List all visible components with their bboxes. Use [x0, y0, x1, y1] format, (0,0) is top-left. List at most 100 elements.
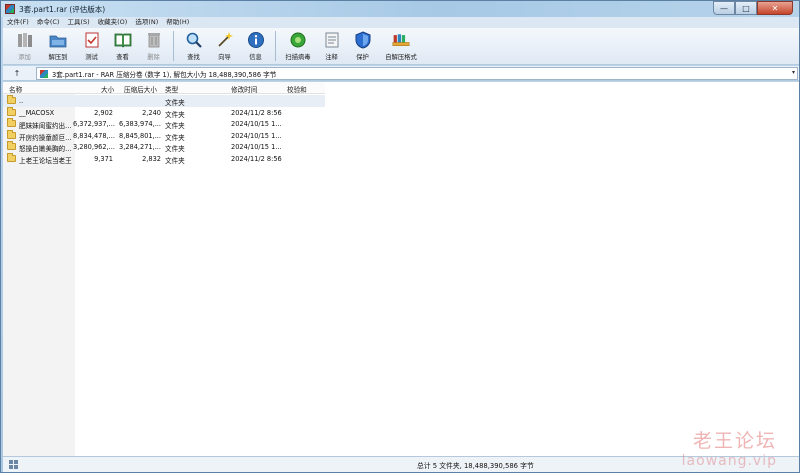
wizard-button[interactable]: 向导 — [209, 28, 240, 65]
file-list[interactable]: 名称 大小 压缩后大小 类型 修改时间 校验和 .. 文件夹 __MACOSX … — [3, 82, 799, 456]
delete-button[interactable]: 删除 — [138, 28, 169, 65]
table-row[interactable]: __MACOSX 2,902 2,240 文件夹 2024/11/2 8:56 — [3, 106, 325, 119]
archive-path-text: 3套.part1.rar - RAR 压缩分卷 (数字 1), 解包大小为 18… — [52, 71, 277, 79]
toolbar-separator — [275, 31, 276, 61]
sfx-button-label: 自解压格式 — [385, 54, 417, 61]
toolbar-separator — [173, 31, 174, 61]
column-header-size[interactable]: 大小 — [101, 84, 114, 94]
row-modified: 2024/10/15 1... — [231, 131, 282, 140]
extract-to-button-label: 解压到 — [48, 54, 68, 61]
magic-wand-icon — [216, 31, 234, 49]
folder-icon — [7, 153, 16, 162]
window-title: 3套.part1.rar (评估版本) — [19, 5, 106, 14]
info-button[interactable]: 信息 — [240, 28, 271, 65]
row-modified: 2024/10/15 1... — [231, 120, 282, 129]
row-size: 6,372,937,... — [73, 120, 115, 129]
row-packed: 2,240 — [142, 108, 161, 117]
toolbar: 添加 解压到 测试 查看 删除 查找 向导 信息 扫描病毒 注释 保护 自解压格… — [3, 28, 799, 65]
minimize-button[interactable]: — — [713, 1, 735, 15]
row-packed: 8,845,801,... — [119, 131, 161, 140]
rar-archive-icon — [40, 70, 48, 78]
delete-button-label: 删除 — [147, 54, 160, 61]
title-bar[interactable]: 3套.part1.rar (评估版本) — □ ✕ — [1, 1, 799, 17]
row-name: 开房约操童颜巨... — [19, 133, 72, 142]
folder-icon — [7, 118, 16, 128]
extract-folder-icon — [49, 31, 67, 49]
view-button-label: 查看 — [116, 54, 129, 61]
wizard-button-label: 向导 — [218, 54, 231, 61]
row-type: 文件夹 — [165, 110, 185, 119]
sfx-archive-icon — [392, 31, 410, 49]
view-book-icon — [114, 31, 132, 49]
address-bar: ↑ 3套.part1.rar - RAR 压缩分卷 (数字 1), 解包大小为 … — [3, 66, 799, 81]
path-dropdown-icon[interactable]: ▾ — [792, 69, 795, 76]
find-button-label: 查找 — [187, 54, 200, 61]
status-archive-icon — [9, 459, 21, 469]
add-button[interactable]: 添加 — [9, 28, 40, 65]
row-modified: 2024/10/15 1... — [231, 143, 282, 152]
menu-file[interactable]: 文件(F) — [3, 17, 33, 28]
column-header-modified[interactable]: 修改时间 — [231, 84, 257, 94]
row-packed: 2,832 — [142, 155, 161, 163]
table-row[interactable]: 怒操白嫩美胸的... 3,280,962,... 3,284,271,... 文… — [3, 141, 325, 153]
row-name: .. — [19, 97, 24, 105]
column-header-row: 名称 大小 压缩后大小 类型 修改时间 校验和 — [3, 82, 325, 94]
column-header-type[interactable]: 类型 — [165, 84, 178, 94]
comment-button-label: 注释 — [325, 54, 338, 61]
close-button[interactable]: ✕ — [757, 1, 793, 15]
row-type: 文件夹 — [165, 145, 185, 154]
row-modified: 2024/11/2 8:56 — [231, 108, 282, 117]
row-name: 怒操白嫩美胸的... — [19, 145, 72, 154]
window-controls: — □ ✕ — [713, 1, 793, 15]
menu-options[interactable]: 选项(N) — [131, 17, 162, 28]
table-row[interactable]: 肥妹妹闺蜜约出... 6,372,937,... 6,383,974,... 文… — [3, 118, 325, 130]
folder-icon — [7, 106, 16, 116]
menu-bar: 文件(F) 命令(C) 工具(S) 收藏夹(O) 选项(N) 帮助(H) — [3, 17, 799, 28]
row-name: 上老王论坛当老王 — [19, 157, 72, 165]
test-button[interactable]: 测试 — [76, 28, 107, 65]
up-folder-button[interactable]: ↑ — [11, 68, 23, 79]
menu-help[interactable]: 帮助(H) — [162, 17, 193, 28]
table-row[interactable]: .. 文件夹 — [3, 95, 325, 107]
row-size: 9,371 — [94, 155, 113, 163]
column-header-packed[interactable]: 压缩后大小 — [124, 84, 157, 94]
archive-path-field[interactable]: 3套.part1.rar - RAR 压缩分卷 (数字 1), 解包大小为 18… — [36, 67, 798, 80]
menu-tools[interactable]: 工具(S) — [63, 17, 93, 28]
table-row[interactable]: 上老王论坛当老王 9,371 2,832 文件夹 2024/11/2 8:56 — [3, 153, 325, 165]
magnifier-icon — [185, 31, 203, 49]
watermark-text: 老王论坛 — [692, 430, 777, 452]
table-row[interactable]: 开房约操童颜巨... 8,834,478,... 8,845,801,... 文… — [3, 129, 325, 142]
row-name: 肥妹妹闺蜜约出... — [19, 122, 72, 131]
column-header-crc[interactable]: 校验和 — [287, 84, 307, 94]
folder-up-icon — [7, 95, 16, 104]
maximize-button[interactable]: □ — [735, 1, 757, 15]
comment-icon — [323, 31, 341, 49]
find-button[interactable]: 查找 — [178, 28, 209, 65]
virus-scan-button-label: 扫描病毒 — [285, 54, 311, 61]
info-button-label: 信息 — [249, 54, 262, 61]
row-size: 3,280,962,... — [73, 143, 115, 152]
comment-button[interactable]: 注释 — [316, 28, 347, 65]
row-modified: 2024/11/2 8:56 — [231, 155, 282, 163]
folder-icon — [7, 129, 16, 139]
row-name: __MACOSX — [19, 108, 55, 117]
row-size: 2,902 — [94, 108, 113, 117]
row-type: 文件夹 — [165, 133, 185, 142]
menu-favorites[interactable]: 收藏夹(O) — [94, 17, 132, 28]
winrar-window: 3套.part1.rar (评估版本) — □ ✕ 文件(F) 命令(C) 工具… — [0, 0, 800, 473]
protect-button[interactable]: 保护 — [347, 28, 378, 65]
sfx-button[interactable]: 自解压格式 — [378, 28, 424, 65]
row-size: 8,834,478,... — [73, 131, 115, 140]
virus-scan-button[interactable]: 扫描病毒 — [280, 28, 316, 65]
protect-button-label: 保护 — [356, 54, 369, 61]
trash-bin-icon — [145, 31, 163, 49]
row-type: 文件夹 — [165, 99, 185, 107]
column-header-name[interactable]: 名称 — [9, 84, 22, 94]
menu-commands[interactable]: 命令(C) — [33, 17, 64, 28]
status-summary: 总计 5 文件夹, 18,488,390,586 字节 — [417, 462, 534, 470]
extract-to-button[interactable]: 解压到 — [40, 28, 76, 65]
view-button[interactable]: 查看 — [107, 28, 138, 65]
row-packed: 6,383,974,... — [119, 120, 161, 129]
winrar-app-icon[interactable] — [5, 4, 15, 14]
row-packed: 3,284,271,... — [119, 143, 161, 152]
